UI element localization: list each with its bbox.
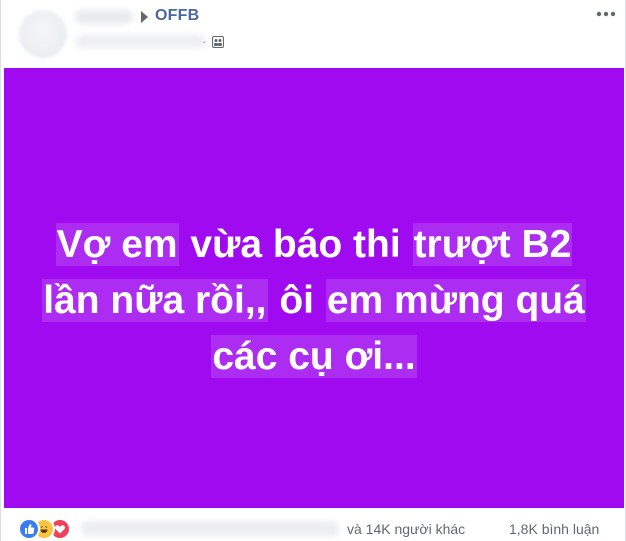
post-header: OFFB · bbox=[1, 0, 626, 68]
post-text-segment: Vợ em bbox=[55, 223, 179, 266]
triangle-right-icon bbox=[141, 11, 148, 23]
group-name-link[interactable]: OFFB bbox=[155, 7, 199, 25]
post-text-segment: các cụ ơi... bbox=[211, 335, 417, 378]
post-timestamp-redacted bbox=[75, 35, 205, 48]
post-text-segment: lần nữa rồi,, bbox=[42, 279, 268, 322]
post-text-line: lần nữa rồi,, ôi em mừng quá bbox=[1, 273, 626, 329]
avatar[interactable] bbox=[19, 10, 67, 58]
like-reaction-icon[interactable] bbox=[18, 518, 40, 540]
post-text-line: Vợ em vừa báo thi trượt B2 bbox=[1, 217, 626, 273]
post-footer: và 14K người khác 1,8K bình luận bbox=[1, 508, 626, 541]
reactor-names-redacted bbox=[81, 521, 339, 536]
post-text-segment: em mừng quá bbox=[325, 279, 586, 322]
author-name-redacted bbox=[75, 10, 133, 24]
more-options-icon[interactable] bbox=[596, 8, 616, 20]
comments-count-link[interactable]: 1,8K bình luận bbox=[509, 521, 599, 537]
post-text-segment: ôi bbox=[268, 279, 325, 322]
feed-post: OFFB · Vợ em vừa báo thi trượt B2 lần nữa… bbox=[0, 0, 626, 541]
group-audience-icon[interactable] bbox=[212, 36, 224, 48]
post-text-segment: vừa báo thi bbox=[179, 223, 412, 266]
post-text-line: các cụ ơi... bbox=[1, 329, 626, 385]
post-text: Vợ em vừa báo thi trượt B2 lần nữa rồi,, … bbox=[1, 217, 626, 385]
reactions-count[interactable]: và 14K người khác bbox=[347, 521, 465, 537]
meta-separator: · bbox=[202, 34, 207, 49]
post-text-segment: trượt B2 bbox=[412, 223, 573, 266]
